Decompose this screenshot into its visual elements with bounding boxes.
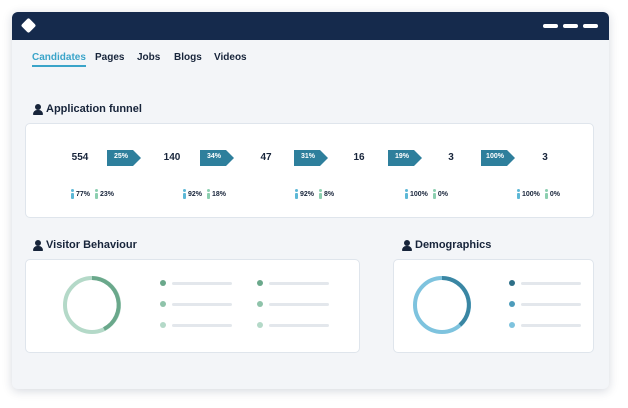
top-bar xyxy=(12,12,609,40)
person-icon xyxy=(33,103,43,115)
male-icon xyxy=(70,189,75,199)
person-icon xyxy=(402,239,412,251)
legend-dot xyxy=(257,322,263,328)
female-percent: 8% xyxy=(324,190,335,198)
female-percent: 0% xyxy=(549,190,561,198)
female-percent: 23% xyxy=(100,190,115,198)
male-icon xyxy=(516,189,521,199)
legend-placeholder-line xyxy=(269,302,329,306)
legend-item xyxy=(257,280,329,286)
legend-item xyxy=(257,322,329,328)
logo-icon[interactable] xyxy=(20,17,37,34)
demographics-section-title: Demographics xyxy=(402,239,491,251)
funnel-title: Application funnel xyxy=(46,103,142,115)
legend-dot xyxy=(257,280,263,286)
male-percent: 77% xyxy=(76,190,91,198)
conversion-arrow: 25% xyxy=(107,149,143,166)
legend-item xyxy=(509,280,581,286)
tab-videos[interactable]: Videos xyxy=(214,52,247,63)
conversion-rate: 19% xyxy=(394,153,409,160)
funnel-stage-count: 47 xyxy=(260,152,272,163)
demographics-donut-chart xyxy=(413,276,471,334)
visitor-donut-chart xyxy=(63,276,121,334)
funnel-stage-count: 554 xyxy=(71,152,89,163)
legend-item xyxy=(160,322,232,328)
demographics-title: Demographics xyxy=(415,239,492,251)
legend-placeholder-line xyxy=(521,302,581,306)
female-icon xyxy=(318,189,323,199)
legend-placeholder-line xyxy=(521,281,581,285)
legend-item xyxy=(509,322,581,328)
conversion-arrow: 19% xyxy=(388,149,424,166)
menu-icon[interactable] xyxy=(543,24,598,28)
funnel-stage-count: 140 xyxy=(163,152,181,163)
conversion-arrow: 31% xyxy=(294,149,330,166)
female-percent: 18% xyxy=(212,190,227,198)
funnel-gender-split: 77% 23% xyxy=(70,189,114,199)
legend-dot xyxy=(509,301,515,307)
conversion-arrow: 100% xyxy=(481,149,517,166)
legend-placeholder-line xyxy=(172,323,232,327)
conversion-rate: 100% xyxy=(486,153,504,160)
male-percent: 92% xyxy=(188,190,203,198)
legend-dot xyxy=(257,301,263,307)
legend-item xyxy=(509,301,581,307)
legend-dot xyxy=(509,280,515,286)
legend-placeholder-line xyxy=(172,302,232,306)
visitor-section-title: Visitor Behaviour xyxy=(33,239,137,251)
conversion-rate: 31% xyxy=(300,153,315,160)
visitor-title: Visitor Behaviour xyxy=(46,239,137,251)
male-icon xyxy=(294,189,299,199)
funnel-gender-split: 92% 8% xyxy=(294,189,334,199)
funnel-section-title: Application funnel xyxy=(33,103,142,115)
legend-placeholder-line xyxy=(172,281,232,285)
legend-dot xyxy=(509,322,515,328)
legend-placeholder-line xyxy=(521,323,581,327)
tab-blogs[interactable]: Blogs xyxy=(174,52,202,63)
female-icon xyxy=(206,189,211,199)
conversion-arrow: 34% xyxy=(200,149,236,166)
tab-pages[interactable]: Pages xyxy=(95,52,124,63)
legend-placeholder-line xyxy=(269,281,329,285)
legend-placeholder-line xyxy=(269,323,329,327)
male-percent: 100% xyxy=(522,190,540,198)
visitor-card xyxy=(25,259,360,353)
funnel-gender-split: 100% 0% xyxy=(404,189,448,199)
conversion-rate: 25% xyxy=(113,153,128,160)
tab-jobs[interactable]: Jobs xyxy=(137,52,160,63)
funnel-gender-split: 100% 0% xyxy=(516,189,560,199)
male-percent: 92% xyxy=(300,190,315,198)
conversion-rate: 34% xyxy=(206,153,221,160)
male-percent: 100% xyxy=(410,190,428,198)
male-icon xyxy=(182,189,187,199)
funnel-stage-count: 16 xyxy=(353,152,365,163)
legend-item xyxy=(160,301,232,307)
person-icon xyxy=(33,239,43,251)
funnel-stage-count: 3 xyxy=(542,152,548,163)
tab-candidates[interactable]: Candidates xyxy=(32,52,86,67)
funnel-card: 554 77% 23% 140 92% 18% 47 92% 8% 16 100% 0% 3 100% 0%… xyxy=(25,123,594,218)
legend-item xyxy=(257,301,329,307)
legend-dot xyxy=(160,280,166,286)
legend-dot xyxy=(160,322,166,328)
app-window: Candidates Pages Jobs Blogs Videos Appli… xyxy=(12,12,609,389)
legend-dot xyxy=(160,301,166,307)
legend-item xyxy=(160,280,232,286)
funnel-stage-count: 3 xyxy=(448,152,454,163)
female-icon xyxy=(544,189,549,199)
female-icon xyxy=(94,189,99,199)
male-icon xyxy=(404,189,409,199)
female-percent: 0% xyxy=(437,190,449,198)
female-icon xyxy=(432,189,437,199)
funnel-gender-split: 92% 18% xyxy=(182,189,226,199)
demographics-card xyxy=(393,259,594,353)
